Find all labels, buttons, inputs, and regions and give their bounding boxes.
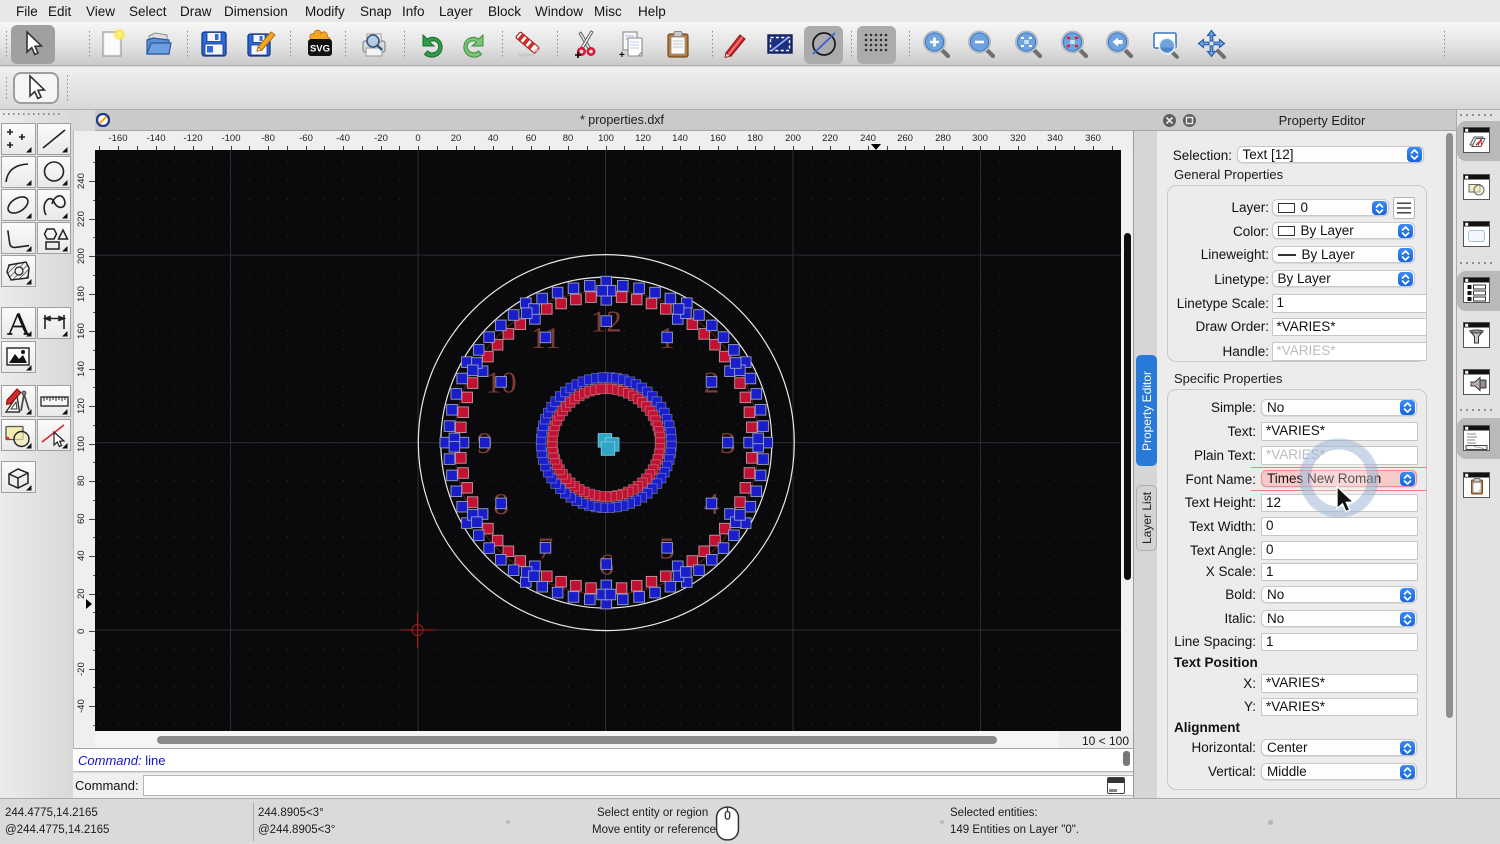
svg-text:+: + [619,50,625,60]
svg-text:SVG: SVG [310,44,330,55]
